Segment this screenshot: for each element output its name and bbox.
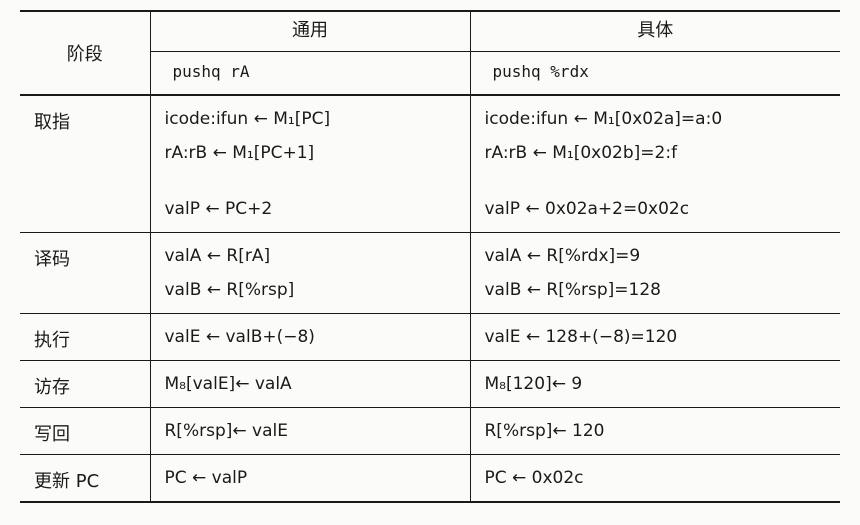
header-general: 通用 [149, 11, 470, 52]
decode-general: valA ← R[rA] valB ← R[%rsp] [149, 232, 470, 314]
memory-specific-line: M₈[120]← 9 [484, 374, 583, 394]
update-pc-general-line: PC ← valP [164, 468, 248, 488]
update-pc-specific-line: PC ← 0x02c [484, 468, 584, 488]
decode-specific-line: valB ← R[%rsp]=128 [484, 280, 661, 300]
memory-general: M₈[valE]← valA [149, 360, 470, 408]
fetch-general-gap [165, 170, 470, 192]
stage-fetch: 取指 [20, 94, 150, 233]
row-execute: 执行 valE ← valB+(−8) valE ← 128+(−8)=120 [20, 313, 840, 361]
fetch-specific: icode:ifun ← M₁[0x02a]=a:0 rA:rB ← M₁[0x… [469, 94, 841, 233]
header-row: 阶段 通用 具体 [20, 11, 840, 65]
decode-general-line: valB ← R[%rsp] [164, 280, 295, 300]
writeback-specific-line: R[%rsp]← 120 [484, 421, 605, 441]
memory-general-line: M₈[valE]← valA [164, 374, 292, 394]
stage-update-pc: 更新 PC [20, 454, 150, 502]
fetch-specific-line: rA:rB ← M₁[0x02b]=2:f [484, 143, 678, 163]
row-memory: 访存 M₈[valE]← valA M₈[120]← 9 [20, 360, 840, 408]
document-page: 阶段 通用 具体 pushq rA pushq %rdx 取指 icode:if… [0, 0, 860, 525]
execute-specific: valE ← 128+(−8)=120 [469, 313, 840, 361]
execute-general-line: valE ← valB+(−8) [164, 327, 315, 347]
update-pc-specific: PC ← 0x02c [469, 454, 840, 502]
execute-general: valE ← valB+(−8) [149, 313, 470, 361]
decode-specific: valA ← R[%rdx]=9 valB ← R[%rsp]=128 [469, 232, 840, 314]
memory-specific: M₈[120]← 9 [469, 360, 840, 408]
row-decode: 译码 valA ← R[rA] valB ← R[%rsp] valA ← R[… [20, 232, 840, 314]
execute-specific-line: valE ← 128+(−8)=120 [484, 327, 678, 347]
fetch-specific-line: icode:ifun ← M₁[0x02a]=a:0 [484, 109, 723, 129]
header-specific: 具体 [469, 11, 840, 52]
decode-specific-line: valA ← R[%rdx]=9 [484, 246, 641, 266]
fetch-specific-line: valP ← 0x02a+2=0x02c [484, 199, 690, 219]
writeback-general: R[%rsp]← valE [149, 407, 470, 455]
header-stage: 阶段 [66, 44, 103, 65]
stage-decode: 译码 [20, 232, 150, 314]
row-update-pc: 更新 PC PC ← valP PC ← 0x02c [20, 454, 840, 502]
instruction-specific: pushq %rdx [469, 51, 840, 95]
fetch-general-line: valP ← PC+2 [164, 199, 273, 219]
row-writeback: 写回 R[%rsp]← valE R[%rsp]← 120 [20, 407, 840, 455]
fetch-general: icode:ifun ← M₁[PC] rA:rB ← M₁[PC+1] val… [149, 94, 470, 233]
decode-general-line: valA ← R[rA] [164, 246, 271, 266]
fetch-specific-gap [485, 170, 841, 192]
stage-writeback: 写回 [20, 407, 150, 455]
stage-memory: 访存 [20, 360, 150, 408]
pushq-stage-table: 阶段 通用 具体 pushq rA pushq %rdx 取指 icode:if… [20, 10, 840, 503]
fetch-general-line: icode:ifun ← M₁[PC] [164, 109, 331, 129]
stage-execute: 执行 [20, 313, 150, 361]
writeback-general-line: R[%rsp]← valE [164, 421, 288, 441]
fetch-general-line: rA:rB ← M₁[PC+1] [164, 143, 315, 163]
update-pc-general: PC ← valP [149, 454, 470, 502]
row-fetch: 取指 icode:ifun ← M₁[PC] rA:rB ← M₁[PC+1] … [20, 94, 841, 233]
instruction-general: pushq rA [149, 51, 470, 95]
writeback-specific: R[%rsp]← 120 [469, 407, 840, 455]
